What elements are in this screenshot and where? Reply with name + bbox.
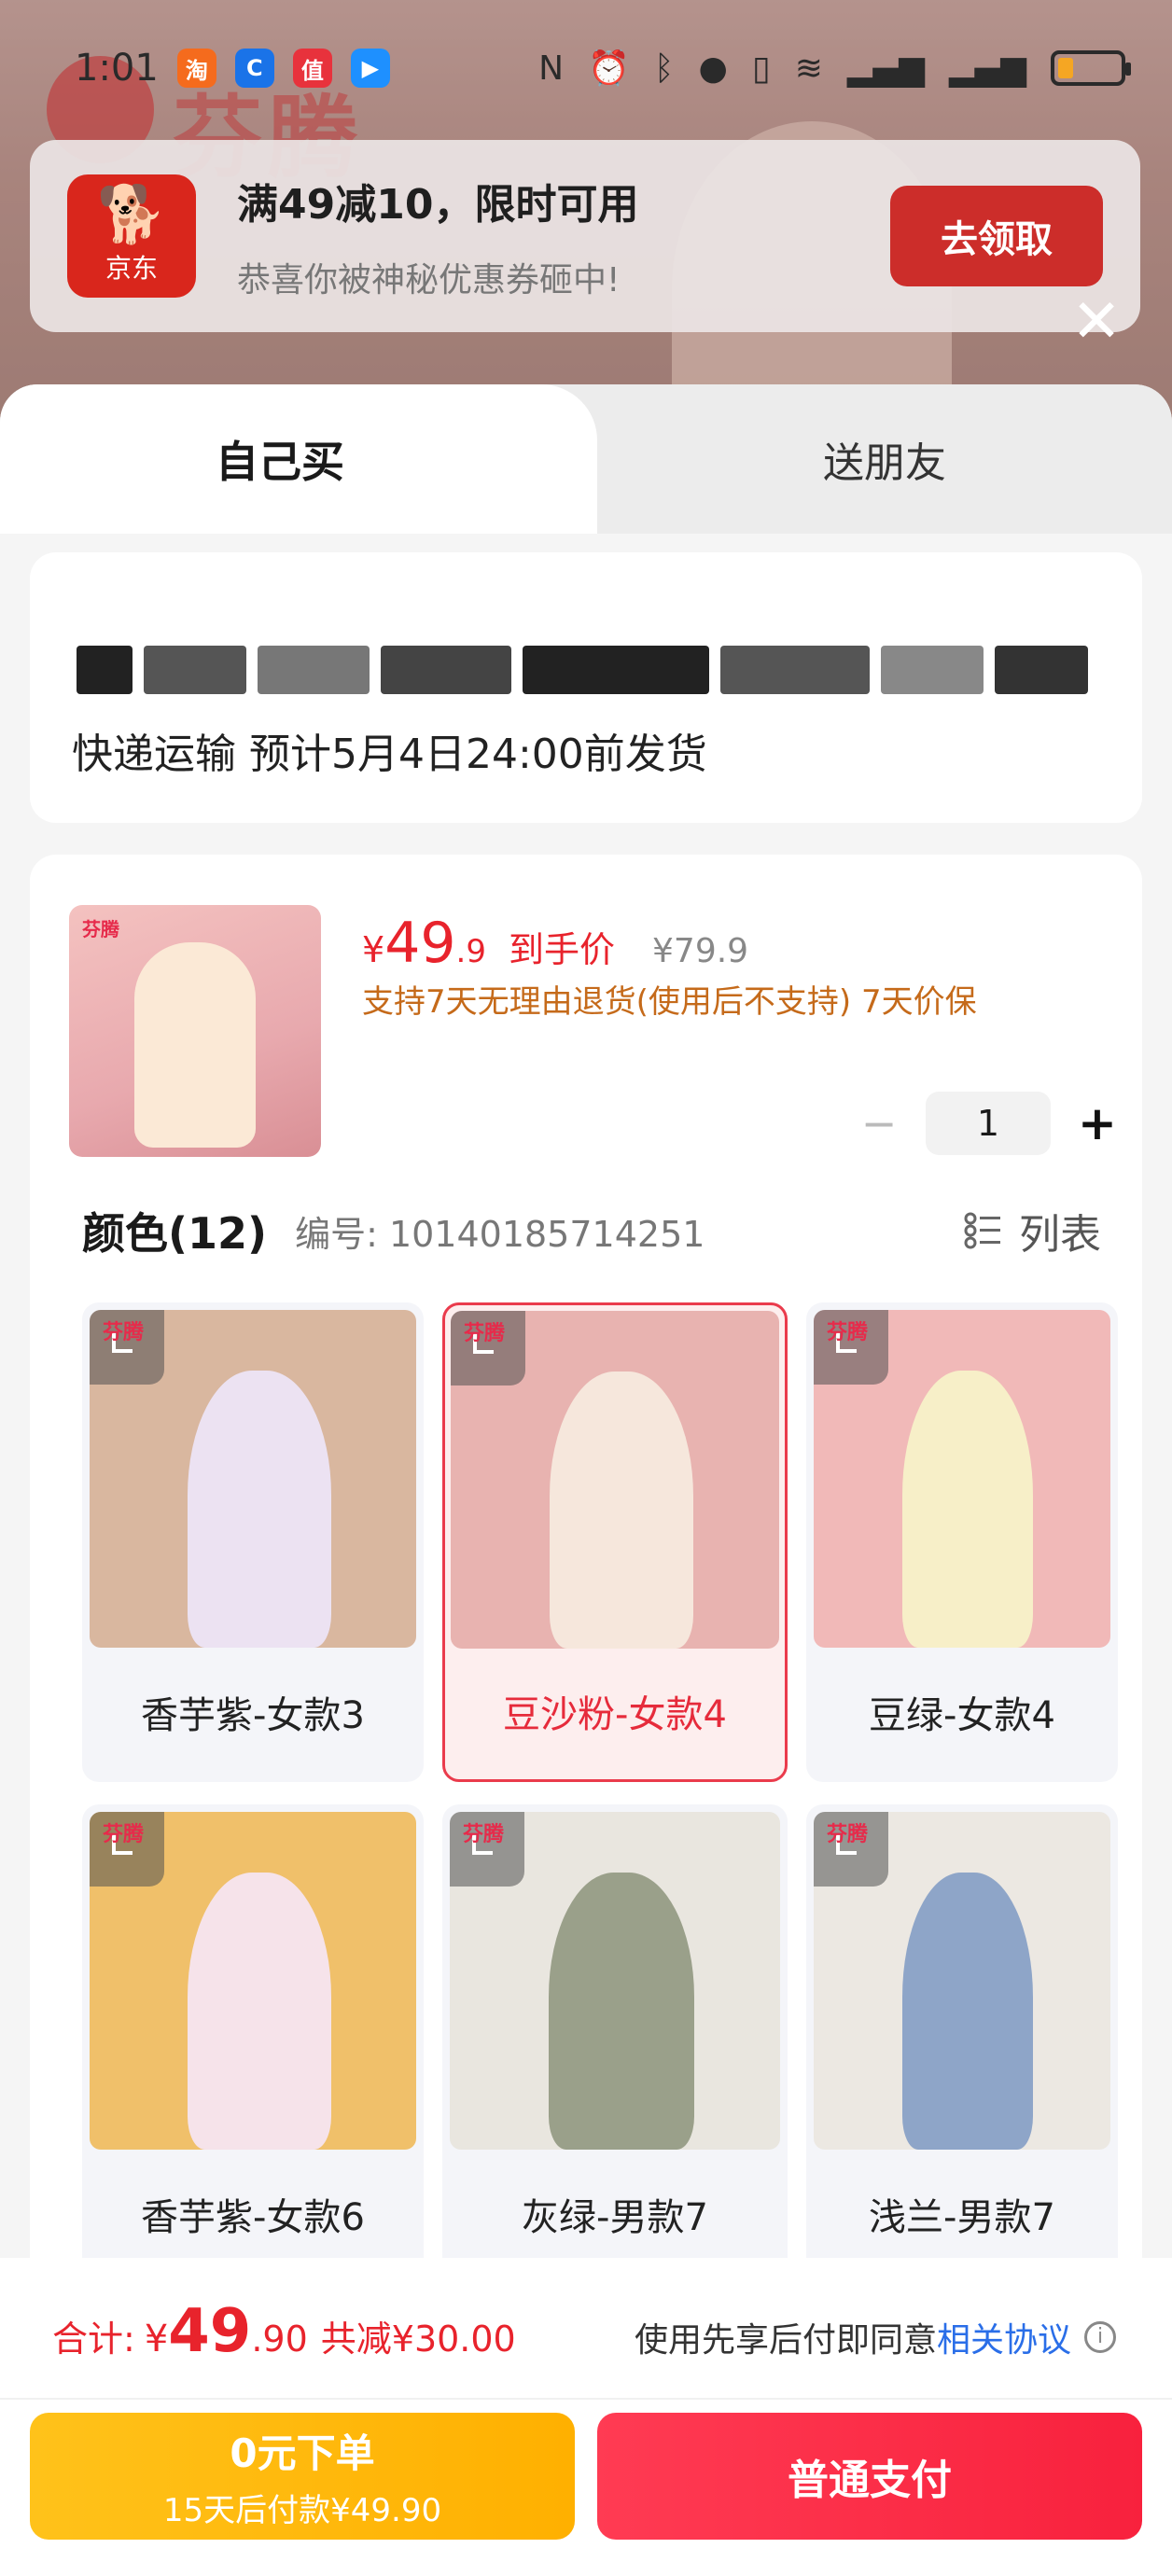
maps-icon: ▶ [350, 49, 390, 88]
alarm-icon: ⏰ [588, 49, 630, 88]
model-figure [902, 1371, 1034, 1648]
agreement-prefix: 使用先享后付即同意 [634, 2321, 937, 2360]
checkout-bar: 合计: ¥ 49 .90 共减¥30.00 使用先享后付即同意 相关协议 i 0… [0, 2258, 1172, 2576]
brand-badge: 芬腾 [463, 1823, 505, 1846]
color-option-label: 香芋紫-女款3 [141, 1694, 365, 1737]
total-decimal: .90 [251, 2318, 308, 2360]
taobao-icon: 淘 [176, 49, 216, 88]
vibrate-icon: ▯ [751, 49, 771, 88]
total-integer: 49 [168, 2297, 252, 2366]
bluetooth-icon: ᛒ [653, 49, 675, 88]
normal-pay-button[interactable]: 普通支付 [597, 2413, 1142, 2540]
signal-icon: ▂▄▆ [846, 49, 925, 88]
color-option[interactable]: 芬腾香芋紫-女款3 [82, 1302, 424, 1782]
quantity-input[interactable]: 1 [926, 1092, 1051, 1155]
total-label: 合计: [52, 2318, 135, 2360]
color-option-label: 豆沙粉-女款4 [503, 1693, 727, 1736]
decrease-quantity-button[interactable]: − [851, 1098, 907, 1149]
wifi-icon: ≋ [794, 49, 823, 88]
shipping-estimate: 快递运输 预计5月4日24:00前发货 [72, 731, 707, 778]
status-bar: 1:01 淘 C 值 ▶ N ⏰ ᛒ ● ▯ ≋ ▂▄▆ ▂▄▆ [0, 37, 1172, 99]
color-option[interactable]: 芬腾 香芋紫-女款6 [82, 1804, 424, 2284]
address-card[interactable]: 快递运输 预计5月4日24:00前发货 [30, 552, 1142, 823]
total-discount: 共减¥30.00 [320, 2318, 516, 2360]
price-decimal: .9 [455, 933, 486, 970]
color-option-image: 芬腾 [90, 1310, 416, 1648]
status-time: 1:01 [75, 47, 159, 90]
close-icon[interactable]: ✕ [1064, 289, 1129, 355]
color-section-header: 颜色(12) 编号: 10140185714251 列表 [82, 1200, 1101, 1261]
brand-badge: 芬腾 [827, 1823, 869, 1846]
color-option[interactable]: 芬腾 灰绿-男款7 [442, 1804, 788, 2284]
model-figure [549, 1873, 694, 2150]
coupon-subtitle: 恭喜你被神秘优惠券砸中! [237, 261, 621, 299]
increase-quantity-button[interactable]: + [1069, 1096, 1125, 1150]
info-icon[interactable]: i [1084, 2321, 1116, 2353]
list-icon [964, 1212, 1000, 1249]
product-code: 编号: 10140185714251 [295, 1213, 705, 1255]
purchase-sheet: 自己买 送朋友 快递运输 预计5月4日24:00前发货 芬腾 ¥ 49 .9 到… [0, 384, 1172, 2576]
product-thumbnail[interactable]: 芬腾 [69, 905, 321, 1157]
list-view-toggle[interactable]: 列表 [963, 1201, 1101, 1260]
tab-gift-to-friend[interactable]: 送朋友 [597, 384, 1172, 534]
status-icons: N ⏰ ᛒ ● ▯ ≋ ▂▄▆ ▂▄▆ [538, 49, 1131, 88]
jd-logo: 🐕 京东 [67, 174, 196, 298]
pay-later-button[interactable]: 0元下单 15天后付款¥49.90 [30, 2413, 575, 2540]
battery-icon [1051, 50, 1131, 86]
color-option-image: 芬腾 [814, 1310, 1110, 1648]
tab-buy-for-self[interactable]: 自己买 [0, 384, 597, 534]
model-figure [549, 1372, 694, 1649]
model-figure [188, 1873, 331, 2150]
color-option-image: 芬腾 [451, 1311, 779, 1649]
list-view-label: 列表 [1019, 1211, 1101, 1259]
color-option[interactable]: 芬腾豆绿-女款4 [806, 1302, 1118, 1782]
color-options-grid: 芬腾 香芋紫-女款3 芬腾 豆沙粉-女款4 芬腾 豆绿-女款4 芬腾 香芋紫-女款6 芬腾 灰绿-… [82, 1302, 1118, 2284]
coupon-banner[interactable]: 🐕 京东 满49减10，限时可用 恭喜你被神秘优惠券砸中! 去领取 [30, 140, 1140, 332]
model-figure [902, 1873, 1034, 2150]
price-currency: ¥ [362, 929, 385, 970]
jd-dog-icon: 🐕 [96, 182, 167, 247]
color-title: 颜色(12) [82, 1208, 268, 1259]
address-redacted [77, 646, 1103, 705]
agreement-link[interactable]: 相关协议 [937, 2313, 1071, 2361]
agreement-text: 使用先享后付即同意 相关协议 i [635, 2313, 1116, 2361]
purchase-tabs: 自己买 送朋友 [0, 384, 1172, 534]
brand-badge: 芬腾 [464, 1322, 506, 1345]
color-option-image: 芬腾 [450, 1812, 780, 2150]
return-policy: 支持7天无理由退货(使用后不支持) 7天价保 [362, 983, 977, 1021]
color-option[interactable]: 芬腾豆沙粉-女款4 [442, 1302, 788, 1782]
location-icon: ● [698, 49, 728, 88]
color-option-image: 芬腾 [814, 1812, 1110, 2150]
price-row: ¥ 49 .9 到手价 ¥79.9 [362, 911, 748, 976]
price-integer: 49 [384, 911, 456, 976]
color-option-label: 豆绿-女款4 [869, 1694, 1055, 1737]
quantity-stepper: − 1 + [851, 1092, 1125, 1155]
brand-badge: 芬腾 [103, 1823, 145, 1846]
claim-coupon-button[interactable]: 去领取 [890, 186, 1103, 286]
nfc-icon: N [538, 49, 565, 88]
total-row: 合计: ¥ 49 .90 共减¥30.00 使用先享后付即同意 相关协议 i [52, 2297, 1116, 2366]
brand-badge: 芬腾 [103, 1321, 145, 1344]
jd-logo-text: 京东 [105, 253, 158, 284]
product-figure [134, 942, 256, 1148]
signal-icon: ▂▄▆ [948, 49, 1026, 88]
pay-later-detail: 15天后付款¥49.90 [162, 2492, 442, 2529]
original-price: ¥79.9 [652, 932, 749, 970]
color-option-image: 芬腾 [90, 1812, 416, 2150]
total-currency: ¥ [144, 2318, 169, 2360]
thumb-brand-badge: 芬腾 [82, 918, 119, 940]
pay-later-label: 0元下单 [230, 2430, 375, 2476]
chrome-icon: C [234, 49, 274, 88]
final-price-label: 到手价 [509, 929, 616, 970]
model-figure [188, 1371, 331, 1648]
color-option[interactable]: 芬腾 浅兰-男款7 [806, 1804, 1118, 2284]
coupon-title: 满49减10，限时可用 [237, 181, 639, 229]
divider [0, 2398, 1172, 2400]
brand-badge: 芬腾 [827, 1321, 869, 1344]
zhidemai-icon: 值 [292, 49, 332, 88]
